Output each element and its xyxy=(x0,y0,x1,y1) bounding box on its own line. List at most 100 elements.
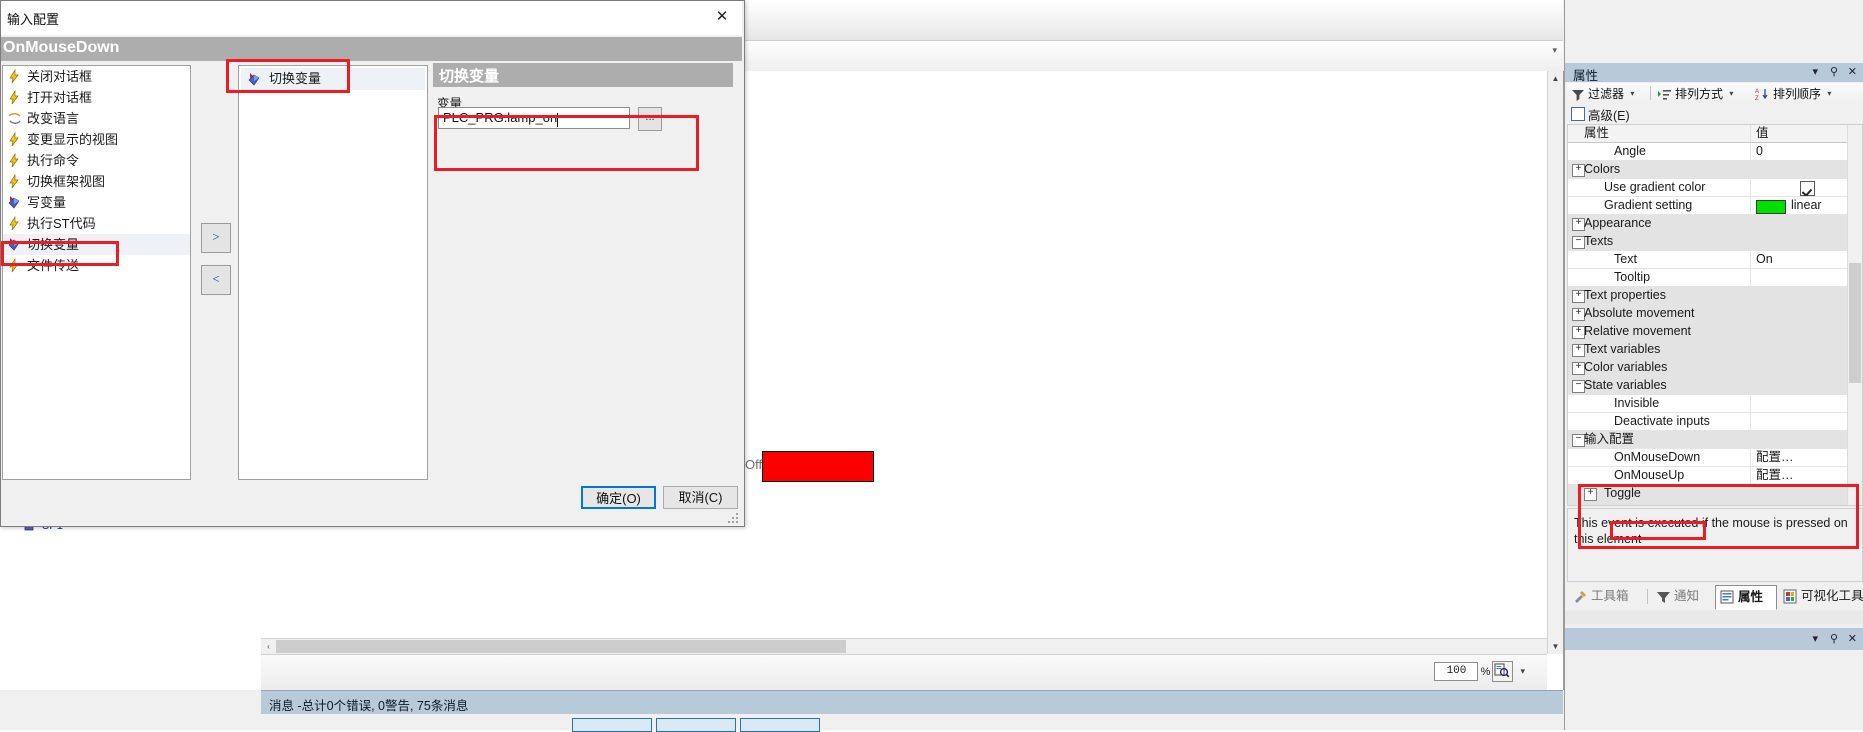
table-row[interactable]: + Tap xyxy=(1568,503,1862,505)
lamp-element[interactable]: Off xyxy=(745,451,874,482)
sort-by-button[interactable]: 排列方式 ▾ xyxy=(1657,85,1733,102)
list-item-label: 打开对话框 xyxy=(27,90,93,105)
table-row[interactable]: + Text properties xyxy=(1568,287,1862,305)
table-row[interactable]: − State variables xyxy=(1568,377,1862,395)
dialog-title-bar: 输入配置 ✕ xyxy=(1,1,742,35)
table-row[interactable]: + Toggle xyxy=(1568,485,1862,503)
property-grid[interactable]: 属性 值 Angle 0 + Colors Use gradient color… xyxy=(1567,124,1863,506)
scroll-left-icon[interactable]: ‹ xyxy=(261,639,276,654)
list-item[interactable]: 执行命令 xyxy=(3,150,190,171)
checkbox-checked-icon[interactable] xyxy=(1799,181,1815,196)
property-value[interactable]: 0 xyxy=(1750,143,1862,160)
property-value[interactable]: linear xyxy=(1750,197,1862,214)
list-item-toggle-variable[interactable]: 切换变量 xyxy=(3,234,190,255)
table-row[interactable]: Deactivate inputs xyxy=(1568,413,1862,431)
table-row[interactable]: − Texts xyxy=(1568,233,1862,251)
table-row[interactable]: + Relative movement xyxy=(1568,323,1862,341)
scroll-down-icon[interactable]: ▼ xyxy=(1548,639,1563,654)
toolbar-separator xyxy=(1650,86,1651,100)
selected-action-item[interactable]: 切换变量 xyxy=(241,68,425,90)
table-row[interactable]: Use gradient color xyxy=(1568,179,1862,197)
dock-tabstrip: 工具箱 通知 属性 可视化工具箱 xyxy=(1567,585,1863,610)
list-item[interactable]: 变更显示的视图 xyxy=(3,129,190,150)
property-grid-scrollbar[interactable] xyxy=(1847,125,1862,505)
property-name: Relative movement xyxy=(1584,324,1691,338)
available-actions-list[interactable]: 关闭对话框 打开对话框 改变语言 变更显示的视图 执行命令 切换框架视图 写变量… xyxy=(2,65,191,480)
table-row[interactable]: + Text variables xyxy=(1568,341,1862,359)
sort-order-button[interactable]: A Z 排列顺序 ▾ xyxy=(1755,85,1831,102)
property-name: Absolute movement xyxy=(1584,306,1695,320)
property-value[interactable]: On xyxy=(1750,251,1862,268)
property-value[interactable] xyxy=(1750,269,1862,286)
color-swatch[interactable] xyxy=(1756,200,1786,214)
resize-grip[interactable] xyxy=(728,511,740,523)
close-icon[interactable]: ✕ xyxy=(1848,65,1857,78)
table-row[interactable]: Tooltip xyxy=(1568,269,1862,287)
move-left-button[interactable]: < xyxy=(201,265,231,295)
lightning-icon xyxy=(7,131,22,147)
message-status-bar[interactable]: 消息 -总计0个错误, 0警告, 75条消息 xyxy=(261,690,1563,715)
list-item[interactable]: 文件传送 xyxy=(3,255,190,276)
canvas-vertical-scrollbar[interactable]: ▲ ▼ xyxy=(1547,71,1563,654)
list-item[interactable]: 关闭对话框 xyxy=(3,66,190,87)
list-item[interactable]: 改变语言 xyxy=(3,108,190,129)
property-value-onmousedown[interactable]: 配置… xyxy=(1750,449,1862,466)
dock-tab-toolbox[interactable]: 工具箱 xyxy=(1569,585,1645,608)
table-row[interactable]: + Appearance xyxy=(1568,215,1862,233)
close-icon[interactable]: ✕ xyxy=(1848,632,1857,645)
table-row[interactable]: + Colors xyxy=(1568,161,1862,179)
table-row[interactable]: − 输入配置 xyxy=(1568,431,1862,449)
property-value-onmouseup[interactable]: 配置… xyxy=(1750,467,1862,484)
table-row[interactable]: + Absolute movement xyxy=(1568,305,1862,323)
table-row[interactable]: OnMouseDown 配置… xyxy=(1568,449,1862,467)
advanced-checkbox[interactable] xyxy=(1571,107,1585,121)
action-configuration-panel: 切换变量 变量 PLC_PRG.lamp_on ... xyxy=(433,63,737,493)
dock-tab-properties[interactable]: 属性 xyxy=(1715,585,1777,610)
canvas-horizontal-scrollbar[interactable]: ‹ xyxy=(261,638,1547,654)
zoom-dropdown-caret[interactable]: ▾ xyxy=(1520,666,1525,677)
table-row[interactable]: OnMouseUp 配置… xyxy=(1568,467,1862,485)
selected-actions-list[interactable]: 切换变量 xyxy=(238,65,428,480)
dock-tab-notifications[interactable]: 通知 xyxy=(1652,585,1714,608)
variable-input[interactable]: PLC_PRG.lamp_on xyxy=(438,107,630,129)
ok-button[interactable]: 确定(O) xyxy=(581,486,656,509)
filter-button[interactable]: 过滤器 ▾ xyxy=(1571,85,1634,102)
advanced-option-row[interactable]: 高级(E) xyxy=(1567,104,1863,123)
zoom-icon[interactable] xyxy=(1492,661,1514,682)
list-item[interactable]: 执行ST代码 xyxy=(3,213,190,234)
scroll-up-icon[interactable]: ▲ xyxy=(1548,71,1563,86)
property-value xyxy=(1750,431,1862,448)
table-row[interactable]: Angle 0 xyxy=(1568,143,1862,161)
list-item[interactable]: 写变量 xyxy=(3,192,190,213)
browse-variable-button[interactable]: ... xyxy=(638,107,662,131)
property-name: Color variables xyxy=(1584,360,1668,374)
table-row[interactable]: Invisible xyxy=(1568,395,1862,413)
property-value[interactable] xyxy=(1750,413,1862,430)
property-name: 输入配置 xyxy=(1584,432,1635,446)
table-row[interactable]: Gradient setting linear xyxy=(1568,197,1862,215)
list-item[interactable]: 打开对话框 xyxy=(3,87,190,108)
visu-toolbox-icon xyxy=(1783,589,1798,604)
filter-label: 过滤器 xyxy=(1588,87,1625,101)
chevron-down-icon[interactable]: ▾ xyxy=(1812,632,1818,645)
property-value[interactable] xyxy=(1750,179,1862,196)
pin-icon[interactable]: ⚲ xyxy=(1830,632,1838,645)
tabstrip-scroll-icon[interactable]: ▾ xyxy=(1552,45,1557,56)
property-name: Angle xyxy=(1614,144,1646,158)
chevron-down-icon[interactable]: ▾ xyxy=(1812,65,1818,78)
property-value[interactable] xyxy=(1750,395,1862,412)
pin-icon[interactable]: ⚲ xyxy=(1830,65,1838,78)
property-grid-scroll-thumb[interactable] xyxy=(1849,263,1861,383)
dock-tab-label: 可视化工具箱 xyxy=(1801,589,1863,603)
close-icon[interactable]: ✕ xyxy=(711,6,733,28)
property-name: Text variables xyxy=(1584,342,1661,356)
cancel-button[interactable]: 取消(C) xyxy=(663,486,738,509)
dock-tab-visu-toolbox[interactable]: 可视化工具箱 xyxy=(1779,585,1863,608)
zoom-value[interactable]: 100 xyxy=(1434,662,1479,681)
hscroll-thumb[interactable] xyxy=(276,640,846,653)
table-row[interactable]: + Color variables xyxy=(1568,359,1862,377)
list-item[interactable]: 切换框架视图 xyxy=(3,171,190,192)
table-row[interactable]: Text On xyxy=(1568,251,1862,269)
property-name: Deactivate inputs xyxy=(1614,414,1710,428)
move-right-button[interactable]: > xyxy=(201,223,231,253)
